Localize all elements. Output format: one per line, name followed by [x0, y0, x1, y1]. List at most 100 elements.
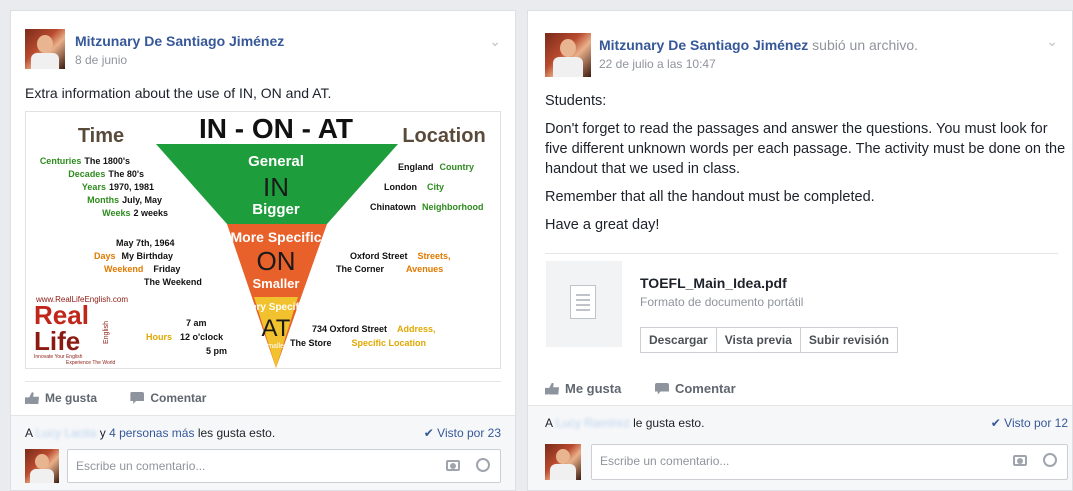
- svg-text:Life: Life: [34, 326, 80, 356]
- post-date[interactable]: 22 de julio a las 10:47: [599, 57, 716, 71]
- seen-by[interactable]: ✔ Visto por 12: [991, 416, 1068, 430]
- file-attachment: TOEFL_Main_Idea.pdf Formato de documento…: [546, 261, 1058, 361]
- svg-text:DaysMy Birthday: Days My Birthday: [94, 251, 173, 261]
- camera-icon[interactable]: [1013, 455, 1027, 466]
- real-life-logo: www.RealLifeEnglish.com Real Life Englis…: [34, 295, 128, 366]
- emoji-icon[interactable]: [1043, 453, 1057, 467]
- svg-text:Oxford StreetStreets,: Oxford Street Streets,: [350, 251, 451, 261]
- paragraph: Remember that all the handout must be co…: [545, 189, 875, 205]
- main-heading: IN - ON - AT: [199, 113, 353, 144]
- comment-button[interactable]: Comentar: [130, 391, 206, 405]
- file-name[interactable]: TOEFL_Main_Idea.pdf: [640, 275, 787, 291]
- file-buttons: Descargar Vista previa Subir revisión: [640, 327, 898, 353]
- comment-placeholder: Escribe un comentario...: [76, 459, 206, 473]
- paragraph: Students:: [545, 93, 607, 109]
- at-label: AT: [262, 315, 291, 342]
- likes-middle: y: [99, 426, 106, 440]
- at-time-list: 7 am Hours 12 o'clock 5 pm: [146, 318, 227, 356]
- post-text: Extra information about the use of IN, O…: [25, 85, 332, 101]
- on-label: ON: [257, 246, 296, 276]
- divider: [25, 381, 501, 382]
- like-label: Me gusta: [565, 381, 622, 396]
- comment-label: Comentar: [150, 391, 207, 405]
- comment-input[interactable]: Escribe un comentario...: [591, 444, 1068, 480]
- on-top-label: More Specific: [230, 229, 321, 245]
- likes-prefix: A: [545, 416, 553, 430]
- comment-placeholder: Escribe un comentario...: [600, 454, 730, 468]
- author-name[interactable]: Mitzunary De Santiago Jiménez: [599, 37, 808, 53]
- post-actions: Me gusta Comentar: [545, 381, 766, 398]
- at-location-list: 734 Oxford Street Address, The Store Speci…: [290, 324, 436, 348]
- divider: [545, 253, 1058, 254]
- on-location-list: Oxford Street Streets, The Corner Avenues: [336, 251, 451, 274]
- paragraph: Don't forget to read the passages and an…: [545, 121, 1066, 177]
- svg-text:MonthsJuly, May: Months July, May: [87, 195, 162, 205]
- emoji-icon[interactable]: [476, 458, 490, 472]
- thumbs-up-icon: [545, 382, 559, 395]
- at-top-label: Very Specific: [245, 302, 308, 313]
- document-icon[interactable]: [546, 261, 622, 347]
- camera-icon[interactable]: [446, 460, 460, 471]
- like-label: Me gusta: [45, 391, 98, 405]
- like-button[interactable]: Me gusta: [25, 391, 97, 405]
- on-bottom-label: Smaller: [253, 276, 300, 291]
- post-card-2: Mitzunary De Santiago Jiménez subió un a…: [527, 10, 1073, 491]
- user-avatar: [25, 449, 59, 483]
- user-avatar: [545, 444, 581, 480]
- comment-icon: [130, 392, 145, 404]
- in-top-label: General: [248, 153, 304, 170]
- svg-text:The Weekend: The Weekend: [144, 277, 202, 287]
- in-time-list: Centuries The 1800's Decades The 80's Year…: [40, 156, 168, 218]
- comment-button[interactable]: Comentar: [654, 381, 736, 396]
- post-text: Students: Don't forget to read the passa…: [545, 91, 1066, 243]
- comment-input[interactable]: Escribe un comentario...: [67, 449, 501, 483]
- more-likers-link[interactable]: 4 personas más: [109, 426, 194, 440]
- svg-text:The StoreSpecific Location: The Store Specific Location: [290, 338, 426, 348]
- post-footer: A Lucy Ramírez le gusta esto. ✔ Visto po…: [528, 405, 1072, 490]
- svg-text:734 Oxford StreetAddress,: 734 Oxford Street Address,: [312, 324, 436, 334]
- seen-by[interactable]: ✔ Visto por 23: [424, 426, 501, 440]
- infographic-image[interactable]: Time IN - ON - AT Location General IN Bi…: [25, 111, 501, 369]
- author-name[interactable]: Mitzunary De Santiago Jiménez: [75, 33, 284, 49]
- location-heading: Location: [402, 125, 485, 147]
- comment-icon: [654, 382, 669, 395]
- paragraph: Have a great day!: [545, 217, 660, 233]
- author-line: Mitzunary De Santiago Jiménez subió un a…: [599, 37, 918, 53]
- likes-summary: A Lucy Ramírez le gusta esto.: [545, 416, 704, 430]
- likes-prefix: A: [25, 426, 33, 440]
- author-avatar[interactable]: [545, 33, 591, 77]
- like-button[interactable]: Me gusta: [545, 381, 621, 396]
- file-type: Formato de documento portátil: [640, 295, 804, 309]
- likes-suffix: le gusta esto.: [633, 416, 705, 430]
- post-actions: Me gusta Comentar: [25, 391, 236, 407]
- seen-count: Visto por 12: [1004, 416, 1068, 430]
- chevron-down-icon[interactable]: ⌄: [1046, 33, 1058, 50]
- liker-name[interactable]: Lucy Lacita: [36, 426, 97, 440]
- chevron-down-icon[interactable]: ⌄: [489, 33, 501, 50]
- on-time-list: May 7th, 1964 Days My Birthday Weekend Fri…: [94, 238, 202, 287]
- liker-name[interactable]: Lucy Ramírez: [556, 416, 630, 430]
- thumbs-up-icon: [25, 392, 39, 404]
- time-heading: Time: [78, 125, 124, 147]
- download-button[interactable]: Descargar: [640, 327, 717, 353]
- post-date[interactable]: 8 de junio: [75, 53, 127, 67]
- svg-text:Hours12 o'clock: Hours 12 o'clock: [146, 332, 224, 342]
- upload-revision-button[interactable]: Subir revisión: [799, 327, 898, 353]
- post-card-1: Mitzunary De Santiago Jiménez 8 de junio…: [10, 10, 516, 491]
- svg-text:English: English: [103, 321, 110, 344]
- svg-text:LondonCity: London City: [384, 182, 444, 192]
- likes-summary: A Lucy Lacita y 4 personas más les gusta…: [25, 426, 275, 440]
- svg-text:Experience The World: Experience The World: [66, 360, 116, 366]
- in-location-list: England Country London City Chinatown Neigh…: [370, 162, 484, 212]
- author-avatar[interactable]: [25, 29, 65, 69]
- svg-text:ChinatownNeighborhood: Chinatown Neighborhood: [370, 202, 484, 212]
- svg-text:EnglandCountry: England Country: [398, 162, 474, 172]
- post-action: subió un archivo.: [812, 37, 919, 53]
- in-bottom-label: Bigger: [252, 201, 300, 218]
- svg-text:WeekendFriday: Weekend Friday: [104, 264, 180, 274]
- preview-button[interactable]: Vista previa: [715, 327, 801, 353]
- svg-text:Years1970, 1981: Years 1970, 1981: [82, 182, 154, 192]
- svg-text:Weeks2 weeks: Weeks 2 weeks: [102, 208, 168, 218]
- svg-text:The CornerAvenues: The Corner Avenues: [336, 264, 443, 274]
- comment-label: Comentar: [674, 381, 736, 396]
